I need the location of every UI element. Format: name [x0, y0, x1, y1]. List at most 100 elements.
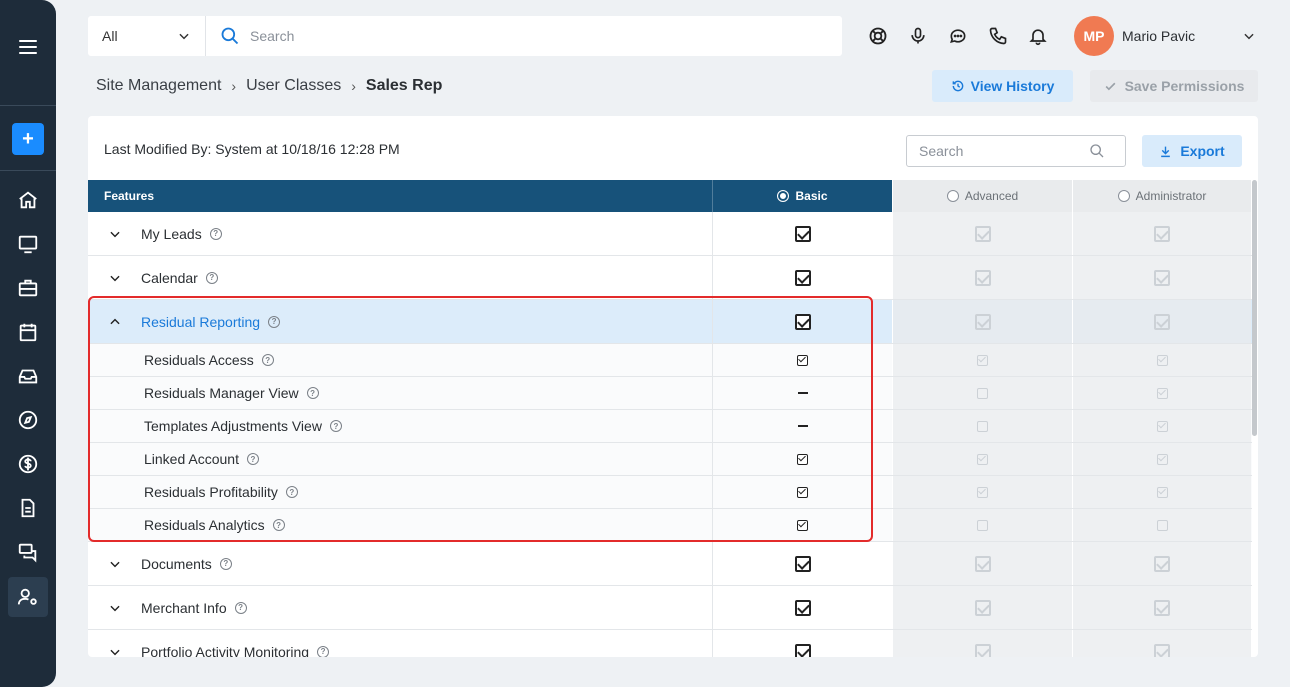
chat-icon[interactable] — [938, 24, 978, 48]
monitor-icon[interactable] — [16, 232, 40, 256]
radio-basic[interactable] — [777, 190, 790, 202]
checkbox-administrator — [1154, 225, 1170, 242]
dollar-icon[interactable] — [16, 452, 40, 476]
feature-label: Linked Account — [144, 451, 239, 467]
help-icon[interactable]: ? — [272, 519, 285, 531]
sub-feature-row: Residuals Access? — [88, 344, 1252, 377]
header-basic[interactable]: Basic — [712, 180, 892, 212]
feature-cell: Residuals Manager View? — [88, 377, 712, 409]
help-icon[interactable]: ? — [306, 387, 319, 399]
bell-icon[interactable] — [1018, 24, 1058, 48]
help-icon[interactable]: ? — [329, 420, 342, 432]
search-icon[interactable] — [1089, 143, 1105, 159]
header-administrator-label: Administrator — [1135, 189, 1207, 203]
feature-label[interactable]: Merchant Info — [141, 600, 227, 616]
user-name[interactable]: Mario Pavic — [1122, 28, 1195, 44]
feature-label[interactable]: My Leads — [141, 226, 202, 242]
basic-cell — [712, 300, 892, 343]
last-modified-text: Last Modified By: System at 10/18/16 12:… — [104, 141, 400, 157]
briefcase-icon[interactable] — [16, 276, 40, 300]
feature-label[interactable]: Calendar — [141, 270, 198, 286]
feature-label[interactable]: Portfolio Activity Monitoring — [141, 644, 309, 658]
download-icon — [1161, 146, 1171, 157]
global-search-input[interactable] — [250, 28, 810, 44]
chevron-right-icon: › — [351, 78, 356, 94]
messages-icon[interactable] — [16, 540, 40, 564]
help-icon[interactable]: ? — [205, 271, 218, 284]
feature-label[interactable]: Documents — [141, 556, 212, 572]
header-features: Features — [88, 180, 712, 212]
feature-label[interactable]: Residual Reporting — [141, 314, 260, 330]
view-history-button[interactable]: View History — [932, 70, 1073, 102]
checkbox-basic[interactable] — [797, 486, 808, 498]
advanced-cell — [892, 443, 1072, 475]
administrator-cell — [1072, 476, 1251, 508]
add-button[interactable]: + — [12, 123, 44, 155]
view-history-label: View History — [970, 78, 1055, 94]
checkbox-basic[interactable] — [797, 354, 808, 366]
basic-cell — [712, 256, 892, 299]
checkbox-basic[interactable] — [797, 519, 808, 531]
sidebar-top — [0, 0, 56, 106]
header-advanced[interactable]: Advanced — [892, 180, 1072, 212]
checkbox-basic[interactable] — [794, 269, 811, 286]
chevron-up-icon[interactable] — [108, 315, 122, 329]
chevron-down-icon[interactable] — [1242, 29, 1256, 43]
chevron-down-icon[interactable] — [108, 227, 122, 241]
feature-cell: Residual Reporting? — [88, 300, 712, 343]
checkbox-administrator — [1156, 354, 1168, 366]
radio-advanced[interactable] — [946, 190, 959, 202]
save-permissions-button[interactable]: Save Permissions — [1090, 70, 1258, 102]
feature-label: Residuals Access — [144, 352, 254, 368]
home-icon[interactable] — [16, 188, 40, 212]
radio-administrator[interactable] — [1117, 190, 1130, 202]
basic-cell — [712, 410, 892, 442]
help-icon[interactable]: ? — [234, 601, 247, 614]
help-icon[interactable]: ? — [246, 453, 259, 465]
chevron-down-icon[interactable] — [108, 645, 122, 658]
advanced-cell — [892, 212, 1072, 255]
checkbox-administrator — [1154, 555, 1170, 572]
document-icon[interactable] — [16, 496, 40, 520]
inbox-icon[interactable] — [16, 364, 40, 388]
breadcrumb-item[interactable]: User Classes — [246, 77, 341, 95]
checkbox-basic[interactable] — [797, 453, 808, 465]
checkbox-basic[interactable] — [794, 555, 811, 572]
calendar-icon[interactable] — [16, 320, 40, 344]
microphone-icon[interactable] — [898, 24, 938, 48]
menu-icon[interactable] — [19, 40, 37, 54]
help-icon[interactable]: ? — [285, 486, 298, 498]
checkbox-administrator — [1154, 643, 1170, 657]
user-settings-icon[interactable] — [16, 585, 40, 609]
indeterminate-basic[interactable] — [797, 392, 808, 394]
help-icon[interactable]: ? — [268, 315, 281, 328]
checkbox-basic[interactable] — [794, 643, 811, 657]
phone-icon[interactable] — [978, 24, 1018, 48]
feature-label: Residuals Profitability — [144, 484, 278, 500]
help-icon[interactable]: ? — [219, 557, 232, 570]
chevron-down-icon[interactable] — [108, 601, 122, 615]
export-button[interactable]: Export — [1142, 135, 1242, 167]
header-administrator[interactable]: Administrator — [1072, 180, 1251, 212]
basic-cell — [712, 586, 892, 629]
chevron-down-icon[interactable] — [108, 557, 122, 571]
indeterminate-basic[interactable] — [797, 425, 808, 427]
search-filter-select[interactable]: All — [88, 16, 206, 56]
help-icon[interactable]: ? — [317, 645, 330, 657]
help-icon[interactable]: ? — [209, 227, 222, 240]
help-icon[interactable]: ? — [261, 354, 274, 366]
advanced-cell — [892, 630, 1072, 657]
table-search-input[interactable] — [919, 143, 1089, 159]
support-icon[interactable] — [858, 24, 898, 48]
compass-icon[interactable] — [16, 408, 40, 432]
advanced-cell — [892, 377, 1072, 409]
scrollbar[interactable] — [1252, 180, 1257, 436]
checkbox-basic[interactable] — [794, 313, 811, 330]
checkbox-basic[interactable] — [794, 599, 811, 616]
checkbox-administrator — [1154, 269, 1170, 286]
checkbox-basic[interactable] — [794, 225, 811, 242]
breadcrumb-item[interactable]: Site Management — [96, 77, 221, 95]
avatar[interactable]: MP — [1074, 16, 1114, 56]
check-icon — [1105, 82, 1115, 90]
chevron-down-icon[interactable] — [108, 271, 122, 285]
